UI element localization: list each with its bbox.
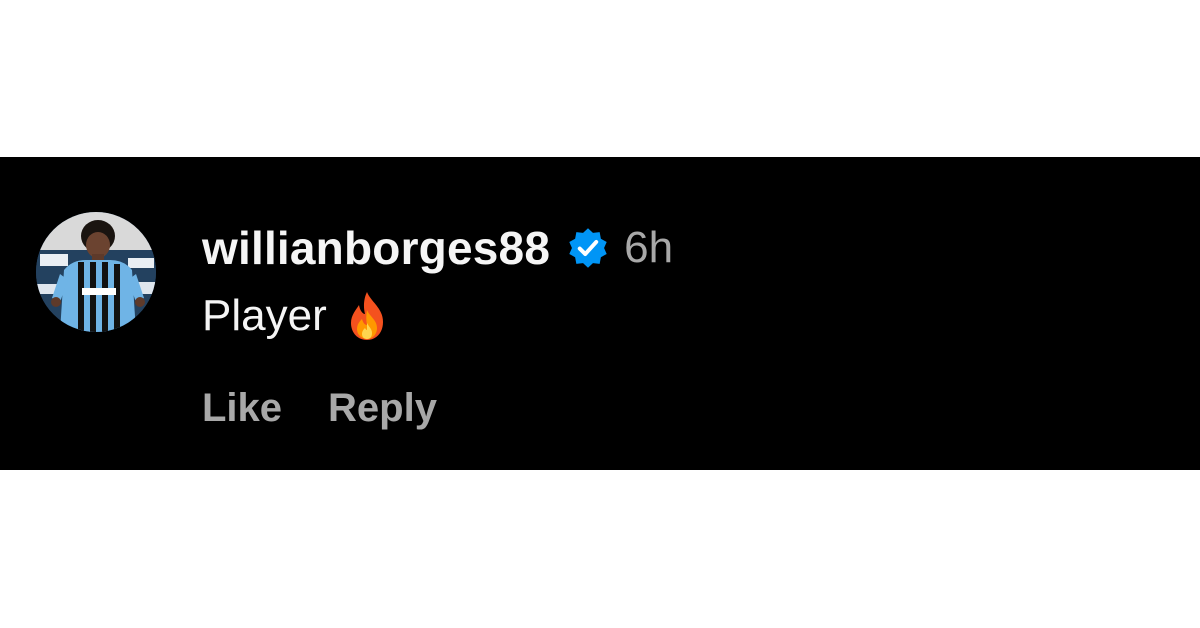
fire-emoji-icon [345, 290, 389, 342]
reply-button[interactable]: Reply [328, 383, 437, 433]
username[interactable]: willianborges88 [202, 219, 550, 277]
comment-text: Player [202, 291, 327, 340]
comment-card: willianborges88 6h Player Like Reply [0, 157, 1200, 470]
verified-badge-icon [566, 226, 610, 270]
timestamp: 6h [624, 223, 674, 272]
avatar[interactable] [36, 212, 156, 332]
like-button[interactable]: Like [202, 383, 282, 433]
avatar-image [36, 212, 156, 332]
comment-body: Player [202, 287, 389, 345]
comment-actions: Like Reply [202, 383, 437, 433]
page: willianborges88 6h Player Like Reply [0, 0, 1200, 628]
comment-header: willianborges88 6h [202, 219, 673, 277]
